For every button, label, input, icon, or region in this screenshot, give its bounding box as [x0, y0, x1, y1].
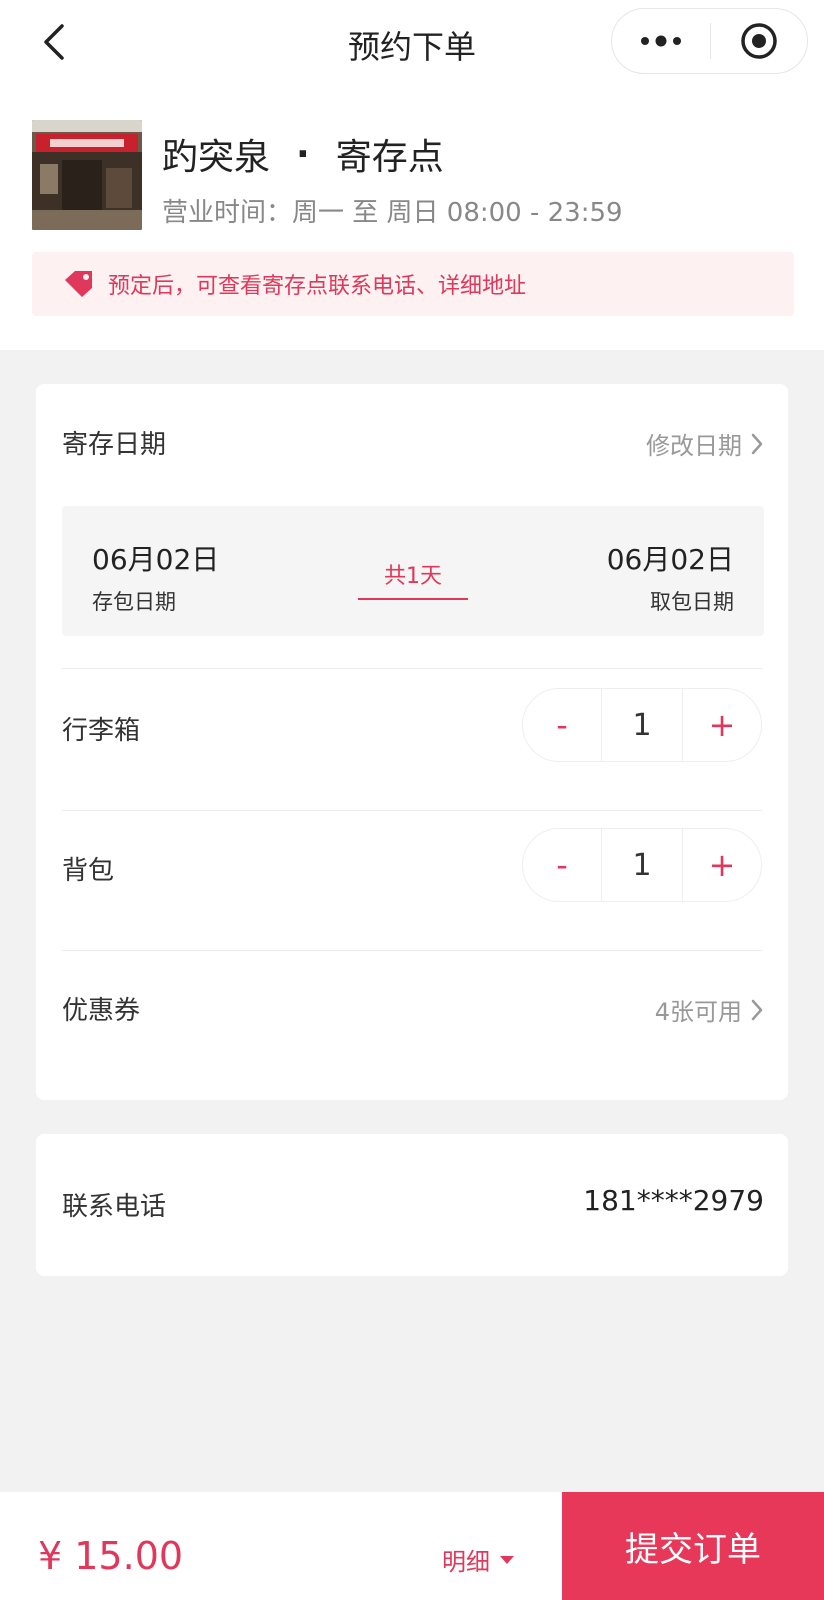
more-button[interactable] [612, 9, 710, 73]
store-header: 趵突泉 · 寄存点 营业时间：周一 至 周日 08:00 - 23:59 预定后… [0, 92, 824, 350]
contact-phone[interactable]: 181****2979 [583, 1184, 764, 1217]
miniprogram-capsule [611, 8, 808, 74]
change-date-label: 修改日期 [646, 432, 742, 460]
coupon-selector[interactable]: 4张可用 [655, 992, 764, 1027]
suitcase-stepper: - 1 + [522, 688, 762, 762]
coupon-label: 优惠券 [62, 996, 141, 1026]
divider [62, 950, 762, 951]
coupon-available: 4张可用 [654, 998, 742, 1026]
divider [62, 810, 762, 811]
backpack-decrement-button[interactable]: - [523, 829, 601, 901]
store-name: 趵突泉 [162, 137, 271, 178]
duration-badge: 共1天 [358, 558, 468, 600]
backpack-quantity: 1 [601, 829, 683, 901]
notice-banner: 预定后，可查看寄存点联系电话、详细地址 [32, 252, 794, 316]
start-date-caption: 存包日期 [92, 590, 176, 614]
suitcase-quantity: 1 [601, 689, 683, 761]
business-hours: 营业时间：周一 至 周日 08:00 - 23:59 [162, 198, 623, 228]
start-date: 06月02日 [92, 543, 220, 576]
backpack-stepper: - 1 + [522, 828, 762, 902]
checkout-bar: ¥ 15.00 明细 提交订单 [0, 1492, 824, 1600]
tag-icon [65, 271, 92, 297]
more-dots-icon [641, 35, 681, 47]
store-type: 寄存点 [335, 137, 444, 178]
suitcase-label: 行李箱 [62, 716, 141, 746]
suitcase-decrement-button[interactable]: - [523, 689, 601, 761]
divider [62, 668, 762, 669]
submit-order-button[interactable]: 提交订单 [562, 1492, 824, 1600]
end-date: 06月02日 [606, 543, 734, 576]
caret-down-icon [500, 1555, 514, 1564]
notice-text: 预定后，可查看寄存点联系电话、详细地址 [108, 274, 527, 299]
storage-date-label: 寄存日期 [62, 430, 167, 460]
title-separator: · [296, 133, 310, 175]
chevron-right-icon [751, 999, 763, 1020]
backpack-increment-button[interactable]: + [683, 829, 761, 901]
contact-card: 联系电话 181****2979 [36, 1134, 788, 1276]
price-detail-label: 明细 [442, 1548, 490, 1576]
backpack-label: 背包 [62, 856, 115, 886]
target-icon [741, 23, 777, 59]
date-range-box[interactable]: 06月02日 存包日期 共1天 06月02日 取包日期 [62, 506, 764, 636]
suitcase-increment-button[interactable]: + [683, 689, 761, 761]
end-date-caption: 取包日期 [650, 590, 734, 614]
store-title: 趵突泉 · 寄存点 [162, 128, 444, 180]
store-photo-image [32, 120, 142, 230]
contact-label: 联系电话 [62, 1192, 167, 1222]
close-miniprogram-button[interactable] [711, 9, 807, 73]
change-date-link[interactable]: 修改日期 [646, 426, 764, 461]
total-price: ¥ 15.00 [38, 1534, 184, 1578]
order-card: 寄存日期 修改日期 06月02日 存包日期 共1天 06月02日 取包日期 行李… [36, 384, 788, 1100]
price-detail-button[interactable]: 明细 [442, 1542, 514, 1577]
nav-bar: 预约下单 [0, 0, 824, 92]
chevron-right-icon [751, 433, 763, 454]
store-photo[interactable] [32, 120, 142, 230]
